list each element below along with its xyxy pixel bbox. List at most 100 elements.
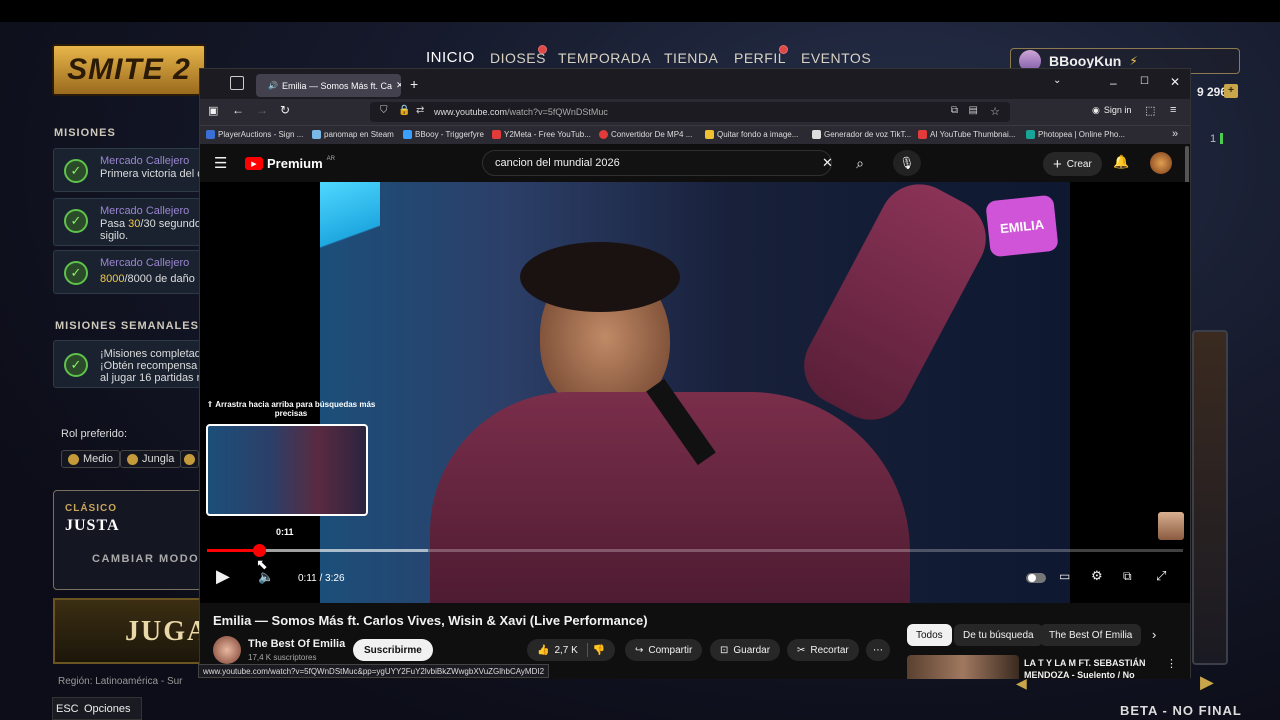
clear-search-icon[interactable]: ✕ [822, 155, 833, 171]
progress-bar[interactable] [207, 544, 1183, 557]
search-input[interactable]: cancion del mundial 2026 [482, 150, 832, 176]
tab-manager-icon[interactable] [230, 76, 244, 90]
share-button[interactable]: ↪ Compartir [625, 639, 703, 661]
lock-icon[interactable]: 🔒 [398, 105, 410, 116]
nav-perfil[interactable]: PERFIL [734, 50, 786, 66]
save-button[interactable]: ⊡ Guardar [710, 639, 781, 661]
nav-inicio[interactable]: INICIO [426, 49, 475, 66]
maximize-icon[interactable]: ☐ [1140, 76, 1149, 87]
url-bar[interactable]: ⛉ 🔒 ⇄ www.youtube.com/watch?v=5fQWnDStMu… [370, 102, 1010, 122]
clip-button[interactable]: ✂ Recortar [787, 639, 859, 661]
like-button[interactable]: 👍 2,7 K 👎 [527, 639, 616, 661]
speaker-icon[interactable]: 🔊 [268, 81, 278, 90]
new-tab-icon[interactable]: + [410, 76, 418, 92]
bookmark-item[interactable]: PlayerAuctions - Sign ... [206, 130, 303, 139]
play-button[interactable]: JUGA [53, 598, 207, 664]
mic-icon[interactable]: 🎙 [893, 150, 921, 176]
mission-card[interactable]: ✓ Mercado Callejero Primera victoria del… [53, 148, 203, 192]
menu-icon[interactable]: ≡ [1170, 104, 1176, 116]
reload-icon[interactable]: ↻ [280, 103, 290, 117]
subscribe-button[interactable]: Suscribirme [353, 639, 433, 661]
role-chip-jungla[interactable]: Jungla [120, 450, 182, 468]
seek-preview-thumbnail [206, 424, 368, 516]
weekly-desc: ¡Misiones completad ¡Obtén recompensa al j… [100, 348, 201, 384]
shield-icon[interactable]: ⛉ [380, 105, 388, 116]
miniplayer-icon[interactable]: ⧉ [1123, 569, 1132, 584]
end-card-thumb[interactable] [1158, 512, 1184, 540]
bookmark-item[interactable]: Quitar fondo a image... [705, 130, 798, 139]
mission-desc: Primera victoria del d [100, 168, 204, 180]
account-avatar[interactable] [1150, 152, 1172, 174]
bookmark-item[interactable]: Convertidor De MP4 ... [599, 130, 692, 139]
bookmark-item[interactable]: Y2Meta - Free YouTub... [492, 130, 591, 139]
recommended-thumbnail[interactable] [907, 655, 1019, 679]
more-bookmarks-icon[interactable]: » [1172, 128, 1178, 140]
bookmark-item[interactable]: Generador de voz TikT... [812, 130, 911, 139]
nav-eventos[interactable]: EVENTOS [801, 50, 871, 66]
settings-gear-icon[interactable]: ⚙ [1091, 568, 1103, 584]
play-icon[interactable]: ▶ [216, 566, 230, 587]
youtube-header: ☰ ▶ Premium AR cancion del mundial 2026 … [200, 144, 1190, 266]
pip-icon[interactable]: ⧉ [951, 105, 958, 116]
change-mode-button[interactable]: CAMBIAR MODO [92, 553, 199, 565]
mission-card[interactable]: ✓ Mercado Callejero 8000/8000 de daño [53, 250, 203, 294]
esc-key: ESC [56, 703, 79, 715]
browser-tab[interactable]: 🔊 Emilia — Somos Más ft. Ca ✕ [256, 74, 401, 97]
sidebar-icon[interactable]: ▣ [208, 104, 218, 117]
create-button[interactable]: + Crear [1043, 152, 1102, 176]
mode-kicker: CLÁSICO [65, 503, 117, 514]
more-actions-button[interactable]: ⋯ [866, 639, 890, 661]
status-bar-icon [1220, 133, 1223, 144]
share-icon: ↪ [635, 644, 644, 656]
sign-in-button[interactable]: ◉ Sign in [1092, 105, 1131, 116]
role-chip-medio[interactable]: Medio [61, 450, 120, 468]
hamburger-icon[interactable]: ☰ [214, 154, 227, 172]
tab-list-icon[interactable]: ⌄ [1053, 75, 1061, 86]
star-icon[interactable]: ☆ [990, 105, 1000, 118]
extensions-icon[interactable]: ⬚ [1145, 104, 1155, 117]
video-player[interactable]: EMILIA ⇑ Arrastra hacia arriba para búsq… [200, 182, 1190, 603]
video-title: Emilia — Somos Más ft. Carlos Vives, Wis… [213, 613, 648, 628]
role-icon [127, 453, 138, 465]
nav-temporada[interactable]: TEMPORADA [558, 50, 651, 66]
notification-dot [538, 45, 547, 54]
recommended-title[interactable]: LA T Y LA M FT. SEBASTIÁN MENDOZA - Suele… [1024, 657, 1146, 681]
browser-window: 🔊 Emilia — Somos Más ft. Ca ✕ + ⌄ – ☐ ✕ … [199, 68, 1191, 681]
brand-region: AR [326, 155, 335, 162]
filter-chip-search[interactable]: De tu búsqueda [954, 624, 1043, 646]
back-icon[interactable]: ← [232, 103, 244, 117]
top-black-bar [0, 0, 1280, 22]
search-icon[interactable]: ⌕ [840, 150, 880, 176]
nav-dioses[interactable]: DIOSES [490, 50, 546, 66]
fullscreen-icon[interactable]: ⤢ [1156, 568, 1166, 584]
permissions-icon[interactable]: ⇄ [416, 105, 424, 116]
bookmark-item[interactable]: BBooy - Triggerfyre [403, 130, 484, 139]
bookmark-item[interactable]: panomap en Steam [312, 130, 394, 139]
channel-avatar[interactable] [213, 636, 241, 664]
scissors-icon: ✂ [797, 644, 806, 656]
more-vert-icon[interactable]: ⋮ [1166, 657, 1177, 670]
filter-chip-channel[interactable]: The Best Of Emilia [1040, 624, 1142, 646]
subtitles-icon[interactable]: ▭ [1059, 569, 1070, 583]
autoplay-toggle[interactable] [1026, 573, 1046, 583]
add-currency-icon[interactable]: + [1224, 84, 1238, 98]
youtube-logo[interactable]: ▶ Premium AR [245, 156, 335, 171]
bookmark-item[interactable]: Photopea | Online Pho... [1026, 130, 1125, 139]
channel-name[interactable]: The Best Of Emilia [248, 638, 345, 650]
chevron-right-icon[interactable]: › [1152, 627, 1156, 642]
bookmark-item[interactable]: AI YouTube Thumbnai... [918, 130, 1015, 139]
nav-tienda[interactable]: TIENDA [664, 50, 718, 66]
minimize-icon[interactable]: – [1110, 76, 1117, 90]
arrow-right-icon[interactable]: ▶ [1200, 672, 1214, 693]
close-tab-icon[interactable]: ✕ [396, 80, 401, 91]
close-window-icon[interactable]: ✕ [1170, 75, 1180, 89]
options-label[interactable]: Opciones [84, 703, 130, 715]
filter-chip-all[interactable]: Todos [907, 624, 952, 646]
bell-icon[interactable]: 🔔 [1113, 154, 1129, 170]
role-chip-more[interactable] [180, 450, 199, 468]
mission-card[interactable]: ✓ Mercado Callejero Pasa 30/30 segundo si… [53, 198, 203, 246]
thumbs-down-icon[interactable]: 👎 [593, 645, 605, 656]
forward-icon[interactable]: → [256, 103, 268, 117]
weekly-mission-card[interactable]: ✓ ¡Misiones completad ¡Obtén recompensa al… [53, 340, 203, 388]
reader-icon[interactable]: ▤ [969, 105, 978, 116]
